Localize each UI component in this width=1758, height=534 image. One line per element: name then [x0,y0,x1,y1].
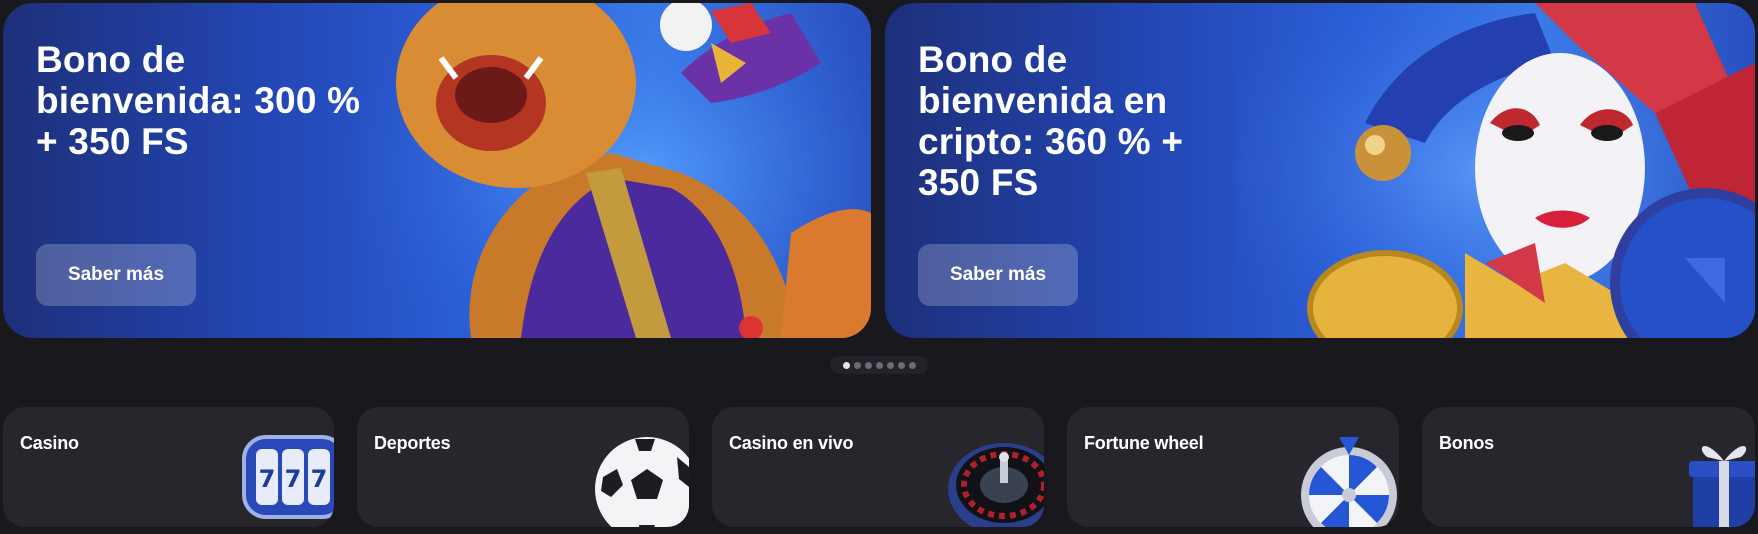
page-root: Bono de bienvenida: 300 % + 350 FS Saber… [0,0,1758,534]
banner-title: Bono de bienvenida: 300 % + 350 FS [36,39,361,162]
category-label: Bonos [1439,433,1494,453]
carousel-dot[interactable] [864,361,872,369]
carousel-dot[interactable] [875,361,883,369]
svg-text:7: 7 [259,465,276,493]
fortune-wheel-icon [1301,437,1397,527]
carousel-dot[interactable] [842,361,850,369]
category-label: Casino [20,433,79,453]
category-card-live-casino[interactable]: Casino en vivo [712,407,1044,527]
svg-text:7: 7 [311,465,328,493]
category-label: Fortune wheel [1084,433,1204,453]
learn-more-button[interactable]: Saber más [918,244,1078,306]
promo-banner-crypto[interactable]: Bono de bienvenida en cripto: 360 % + 35… [885,3,1755,338]
carousel-dot[interactable] [897,361,905,369]
carousel-pagination [830,356,928,374]
category-card-fortune-wheel[interactable]: Fortune wheel [1067,407,1399,527]
carousel-dot[interactable] [853,361,861,369]
gift-box-icon [1689,446,1755,527]
learn-more-button[interactable]: Saber más [36,244,196,306]
jester-mask-illustration [1235,3,1755,338]
lion-character-illustration [351,3,871,338]
slot-reels-icon: 7 7 7 [242,435,334,519]
category-label: Casino en vivo [729,433,854,453]
promo-banner-welcome[interactable]: Bono de bienvenida: 300 % + 350 FS Saber… [3,3,871,338]
category-label: Deportes [374,433,451,453]
banner-title: Bono de bienvenida en cripto: 360 % + 35… [918,39,1184,203]
category-card-sports[interactable]: Deportes [357,407,689,527]
svg-text:7: 7 [285,465,302,493]
category-card-bonuses[interactable]: Bonos [1422,407,1755,527]
roulette-icon [948,443,1044,527]
carousel-dot[interactable] [886,361,894,369]
carousel-dot[interactable] [908,361,916,369]
category-card-casino[interactable]: Casino 7 7 7 [3,407,334,527]
soccer-ball-icon [595,437,689,527]
